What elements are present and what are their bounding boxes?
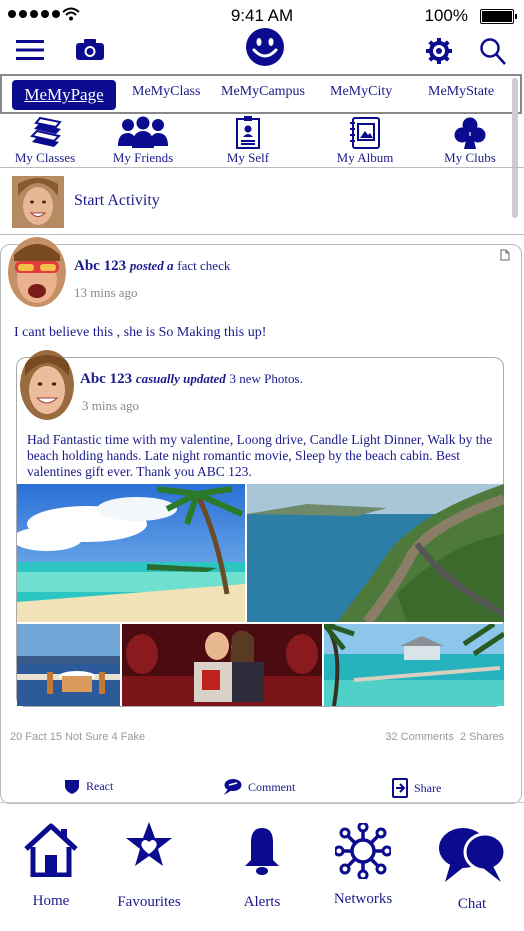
shared-author-avatar[interactable] xyxy=(20,350,74,420)
post-header: Abc 123 posted a fact check xyxy=(74,258,230,275)
start-activity-label: Start Activity xyxy=(74,192,160,209)
star-heart-icon xyxy=(126,822,172,866)
camera-icon[interactable] xyxy=(76,38,104,60)
bottom-nav-favourites[interactable]: Favourites xyxy=(112,820,186,911)
networks-label: Networks xyxy=(333,891,393,907)
divider xyxy=(0,234,524,235)
comment-share-stats[interactable]: 32 Comments 2 Shares xyxy=(385,731,504,743)
post-time: 13 mins ago xyxy=(74,285,138,300)
nav-label: My Clubs xyxy=(444,150,496,165)
id-badge-icon xyxy=(236,116,260,149)
club-icon xyxy=(454,117,486,149)
nav-my-friends[interactable]: My Friends xyxy=(108,116,178,166)
start-activity-row[interactable]: Start Activity xyxy=(0,168,524,234)
tab-memycampus[interactable]: MeMyCampus xyxy=(221,84,305,100)
photo-coast-road[interactable] xyxy=(247,484,504,622)
bottom-nav-chat[interactable]: Chat xyxy=(432,824,512,913)
post-action: posted a xyxy=(129,258,174,273)
shared-time: 3 mins ago xyxy=(82,398,140,413)
react-label: React xyxy=(86,778,114,793)
share-icon xyxy=(392,778,408,798)
share-label: Share xyxy=(414,780,442,795)
reaction-stats[interactable]: 20 Fact 15 Not Sure 4 Fake xyxy=(10,731,145,743)
home-label: Home xyxy=(32,893,70,909)
shared-text: Had Fantastic time with my valentine, Lo… xyxy=(27,432,493,479)
shared-action: casually updated xyxy=(135,371,226,386)
nav-label: My Album xyxy=(336,150,394,165)
favourites-label: Favourites xyxy=(117,894,181,910)
photo-beach-cabin[interactable] xyxy=(324,624,504,706)
chat-icon xyxy=(439,828,507,882)
album-icon xyxy=(350,117,380,149)
shield-icon xyxy=(65,780,79,794)
nav-my-clubs[interactable]: My Clubs xyxy=(440,116,500,166)
bottom-nav-networks[interactable]: Networks xyxy=(326,823,400,908)
nav-my-self[interactable]: My Self xyxy=(220,116,276,166)
react-button[interactable]: React xyxy=(64,778,113,794)
post-author-name[interactable]: Abc 123 xyxy=(74,258,126,274)
comment-icon xyxy=(224,779,242,795)
nav-label: My Self xyxy=(226,150,270,165)
nav-label: My Classes xyxy=(14,150,76,165)
post-author-avatar[interactable] xyxy=(8,237,66,307)
books-icon xyxy=(30,116,62,147)
comment-label: Comment xyxy=(248,779,296,794)
photo-movie[interactable] xyxy=(122,624,322,706)
share-button[interactable]: Share xyxy=(392,778,441,798)
tab-memyclass[interactable]: MeMyClass xyxy=(132,84,200,100)
home-icon xyxy=(24,823,78,877)
shared-header: Abc 123 casually updated 3 new Photos. xyxy=(80,371,303,388)
shared-object: 3 new Photos. xyxy=(229,371,303,386)
bottom-nav-home[interactable]: Home xyxy=(18,823,84,910)
search-icon[interactable] xyxy=(480,38,506,65)
user-avatar xyxy=(12,176,64,228)
network-icon xyxy=(335,823,391,879)
photo-beach[interactable] xyxy=(17,484,245,622)
tab-memycity[interactable]: MeMyCity xyxy=(330,84,392,100)
smiley-icon[interactable] xyxy=(245,27,285,67)
comment-button[interactable]: Comment xyxy=(222,778,295,796)
nav-label: My Friends xyxy=(112,150,174,165)
chat-label: Chat xyxy=(457,896,487,912)
group-icon xyxy=(118,116,168,148)
nav-my-album[interactable]: My Album xyxy=(332,116,398,166)
shared-author-name[interactable]: Abc 123 xyxy=(80,371,132,387)
document-icon[interactable] xyxy=(500,249,510,261)
bottom-nav-alerts[interactable]: Alerts xyxy=(232,826,292,911)
tab-memystate[interactable]: MeMyState xyxy=(428,84,494,100)
post-object: fact check xyxy=(177,258,231,273)
battery-icon xyxy=(480,9,517,24)
tab-memypage[interactable]: MeMyPage xyxy=(12,80,116,110)
nav-my-classes[interactable]: My Classes xyxy=(8,116,82,166)
hamburger-icon[interactable] xyxy=(16,40,44,60)
photo-dinner[interactable] xyxy=(17,624,120,706)
post-text: I cant believe this , she is So Making t… xyxy=(14,325,267,340)
gear-icon[interactable] xyxy=(426,38,452,64)
scope-tabs: MeMyPage MeMyClass MeMyCampus MeMyCity M… xyxy=(0,74,522,114)
alerts-label: Alerts xyxy=(243,894,281,910)
battery-percent: 100% xyxy=(424,6,468,25)
bell-icon xyxy=(245,828,279,875)
